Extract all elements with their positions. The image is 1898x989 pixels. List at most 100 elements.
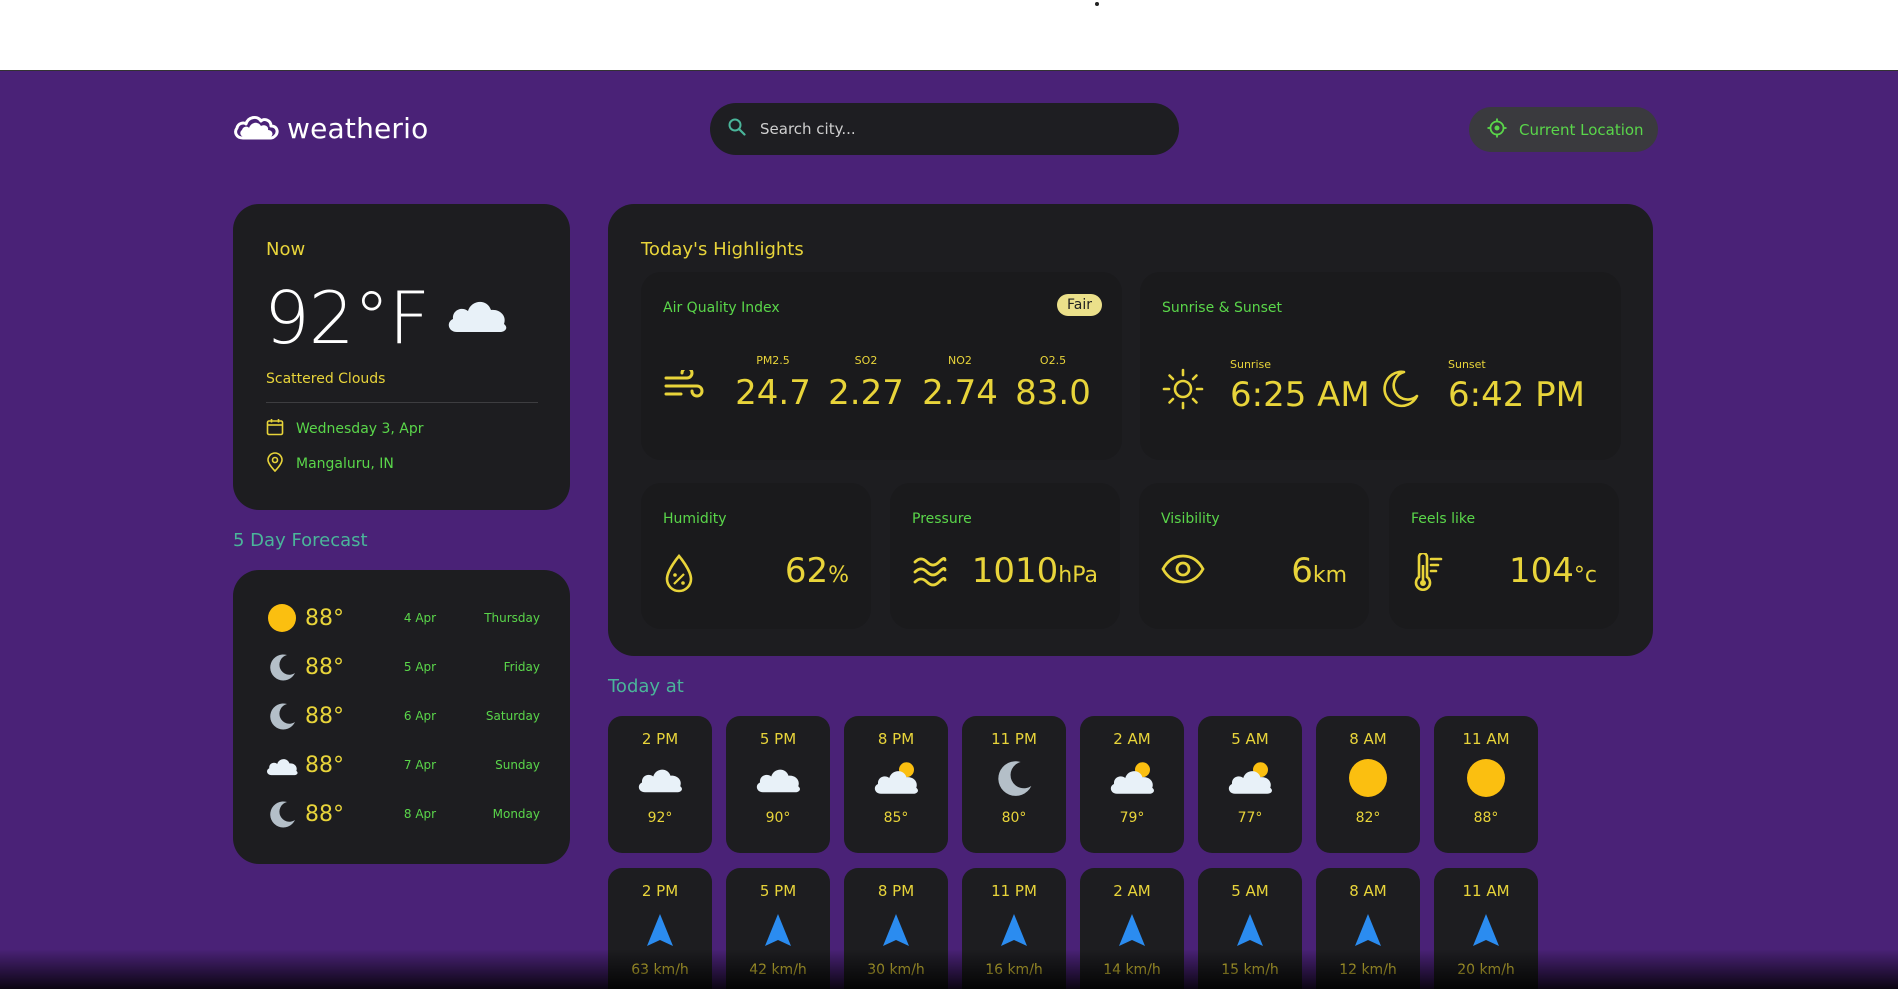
wind-time: 8 AM — [1349, 882, 1387, 900]
cursor-dot — [1095, 2, 1099, 6]
wind-time: 2 AM — [1113, 882, 1151, 900]
cloud-sun-icon — [1080, 750, 1184, 806]
wind-speed: 15 km/h — [1221, 962, 1279, 978]
app-name: weatherio — [287, 111, 429, 145]
aqi-label: O2.5 — [1039, 354, 1067, 367]
forecast-day: Saturday — [485, 709, 540, 723]
direction-arrow-icon — [1316, 902, 1420, 958]
eye-icon — [1161, 553, 1205, 589]
direction-arrow-icon — [962, 902, 1066, 958]
forecast-day: Monday — [492, 807, 540, 821]
cloud-logo-icon — [233, 111, 279, 145]
sun-icon — [1434, 750, 1538, 806]
wind-card: 11 PM 16 km/h — [962, 868, 1066, 989]
humidity-card: Humidity 62% — [641, 483, 871, 629]
pressure-value: 1010hPa — [971, 551, 1098, 591]
hour-temp: 79° — [1119, 810, 1145, 826]
thermometer-icon — [1411, 551, 1445, 597]
sunset-time: 6:42 PM — [1448, 375, 1585, 415]
hourly-card: 5 PM 90° — [726, 716, 830, 853]
sun-title: Sunrise & Sunset — [1162, 300, 1283, 316]
direction-arrow-icon — [608, 902, 712, 958]
list-item: 88° 4 Apr Thursday — [265, 602, 540, 634]
aqi-label: NO2 — [948, 354, 972, 367]
forecast-date: 5 Apr — [403, 660, 437, 674]
wind-time: 5 PM — [759, 882, 797, 900]
weather-description: Scattered Clouds — [266, 371, 386, 387]
moon-icon — [962, 750, 1066, 806]
sunrise-block: Sunrise 6:25 AM — [1230, 358, 1370, 415]
direction-arrow-icon — [1080, 902, 1184, 958]
sunset-label: Sunset — [1448, 358, 1486, 371]
now-label: Now — [266, 239, 306, 260]
hour-temp: 90° — [765, 810, 791, 826]
location-target-icon — [1487, 118, 1507, 142]
wind-speed: 16 km/h — [985, 962, 1043, 978]
app-logo[interactable]: weatherio — [233, 111, 428, 145]
list-item: 88° 5 Apr Friday — [265, 651, 540, 683]
wind-speed: 20 km/h — [1457, 962, 1515, 978]
sun-icon — [1316, 750, 1420, 806]
aqi-no2: NO2 2.74 — [918, 354, 1002, 413]
direction-arrow-icon — [1198, 902, 1302, 958]
direction-arrow-icon — [844, 902, 948, 958]
search-bar[interactable] — [710, 103, 1179, 155]
aqi-pm25: PM2.5 24.7 — [731, 354, 815, 413]
visibility-value: 6km — [1291, 551, 1347, 591]
forecast-date: 8 Apr — [403, 807, 437, 821]
today-at-title: Today at — [608, 676, 684, 697]
hour-time: 2 PM — [641, 730, 679, 748]
direction-arrow-icon — [726, 902, 830, 958]
wind-time: 5 AM — [1231, 882, 1269, 900]
sunset-block: Sunset 6:42 PM — [1448, 358, 1585, 415]
forecast-date: 6 Apr — [403, 709, 437, 723]
wind-speed: 30 km/h — [867, 962, 925, 978]
hour-temp: 80° — [1001, 810, 1027, 826]
wind-time: 11 PM — [991, 882, 1037, 900]
date-row: Wednesday 3, Apr — [266, 418, 424, 440]
hour-temp: 82° — [1355, 810, 1381, 826]
hour-temp: 77° — [1237, 810, 1263, 826]
calendar-icon — [266, 418, 284, 440]
moon-icon — [265, 798, 299, 830]
hourly-card: 2 AM 79° — [1080, 716, 1184, 853]
current-temperature: 92°F — [264, 276, 430, 360]
forecast-date: 4 Apr — [403, 611, 437, 625]
forecast-title: 5 Day Forecast — [233, 530, 368, 551]
aqi-title: Air Quality Index — [663, 300, 780, 316]
wind-icon — [663, 366, 705, 406]
aqi-value: 24.7 — [735, 373, 811, 413]
location-row: Mangaluru, IN — [266, 452, 394, 476]
forecast-day: Thursday — [484, 611, 540, 625]
search-input[interactable] — [760, 120, 1140, 138]
cloud-icon — [608, 750, 712, 806]
sunrise-sunset-card: Sunrise & Sunset Sunrise 6:25 AM Sunset … — [1140, 272, 1621, 460]
hourly-card: 8 PM 85° — [844, 716, 948, 853]
highlights-card: Today's Highlights Air Quality Index Fai… — [608, 204, 1653, 656]
aqi-label: SO2 — [854, 354, 878, 367]
wind-card: 8 AM 12 km/h — [1316, 868, 1420, 989]
pressure-card: Pressure 1010hPa — [890, 483, 1120, 629]
aqi-badge: Fair — [1057, 294, 1102, 316]
hour-time: 8 PM — [877, 730, 915, 748]
current-date: Wednesday 3, Apr — [296, 421, 424, 437]
divider — [266, 402, 538, 403]
forecast-temp: 88° — [305, 654, 344, 680]
current-location-label: Current Location — [1519, 120, 1644, 139]
wind-card: 8 PM 30 km/h — [844, 868, 948, 989]
wind-speed: 42 km/h — [749, 962, 807, 978]
wind-card: 5 PM 42 km/h — [726, 868, 830, 989]
highlights-title: Today's Highlights — [641, 239, 804, 260]
wind-time: 8 PM — [877, 882, 915, 900]
forecast-day: Friday — [503, 660, 540, 674]
current-location: Mangaluru, IN — [296, 456, 394, 472]
hourly-card: 2 PM 92° — [608, 716, 712, 853]
current-location-button[interactable]: Current Location — [1469, 107, 1658, 152]
moon-icon — [265, 700, 299, 732]
hour-temp: 85° — [883, 810, 909, 826]
sun-icon — [265, 602, 299, 634]
hourly-card: 11 PM 80° — [962, 716, 1066, 853]
forecast-day: Sunday — [495, 758, 540, 772]
humidity-value: 62% — [784, 551, 849, 591]
hourly-card: 11 AM 88° — [1434, 716, 1538, 853]
